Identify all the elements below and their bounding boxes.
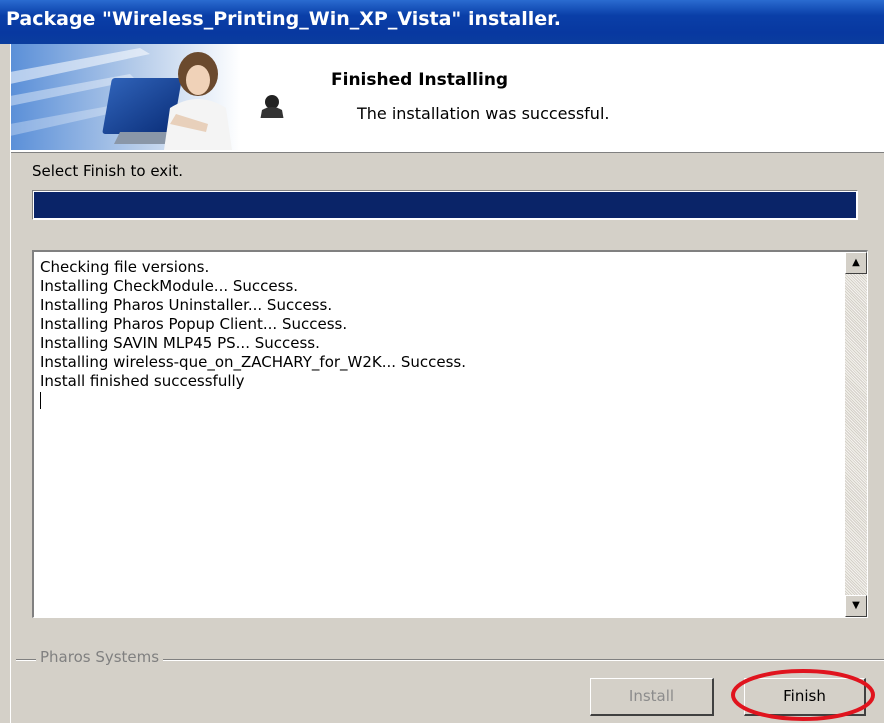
log-line: Installing wireless-que_on_ZACHARY_for_W… bbox=[40, 353, 466, 371]
vertical-scrollbar[interactable]: ▲ ▼ bbox=[845, 252, 867, 617]
log-line: Installing SAVIN MLP45 PS... Success. bbox=[40, 334, 320, 352]
title-bar[interactable]: Package "Wireless_Printing_Win_XP_Vista"… bbox=[0, 0, 884, 44]
triangle-up-icon: ▲ bbox=[852, 257, 860, 268]
text-cursor bbox=[40, 391, 840, 410]
log-line: Installing Pharos Uninstaller... Success… bbox=[40, 296, 333, 314]
window-title: Package "Wireless_Printing_Win_XP_Vista"… bbox=[6, 8, 561, 30]
log-lines: Checking file versions. Installing Check… bbox=[40, 258, 840, 410]
progress-bar bbox=[32, 190, 858, 220]
company-label: Pharos Systems bbox=[36, 648, 164, 666]
log-line: Checking file versions. bbox=[40, 258, 210, 276]
header-subheading: The installation was successful. bbox=[357, 104, 610, 123]
log-line: Installing CheckModule... Success. bbox=[40, 277, 299, 295]
window-left-edge bbox=[0, 44, 11, 723]
header-heading: Finished Installing bbox=[331, 70, 509, 90]
progress-fill bbox=[34, 192, 856, 218]
install-button[interactable]: Install bbox=[590, 678, 714, 716]
log-textarea[interactable]: Checking file versions. Installing Check… bbox=[32, 250, 868, 618]
finish-button[interactable]: Finish bbox=[744, 678, 866, 716]
scroll-down-button[interactable]: ▼ bbox=[845, 595, 867, 617]
log-line: Install finished successfully bbox=[40, 372, 245, 390]
instruction-text: Select Finish to exit. bbox=[32, 162, 183, 180]
triangle-down-icon: ▼ bbox=[852, 600, 860, 611]
scroll-up-button[interactable]: ▲ bbox=[845, 252, 867, 274]
log-line: Installing Pharos Popup Client... Succes… bbox=[40, 315, 348, 333]
banner-image bbox=[10, 44, 298, 150]
